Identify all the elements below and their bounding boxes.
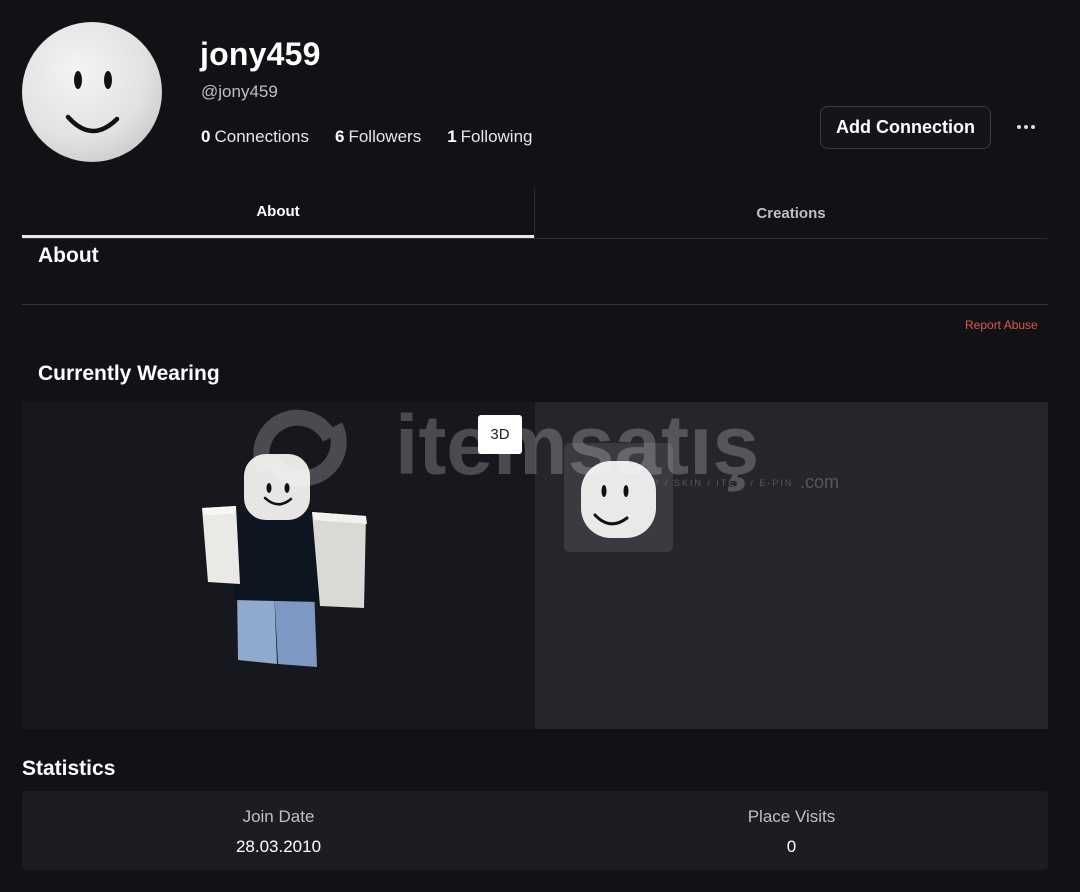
profile-handle: @jony459: [201, 82, 278, 101]
profile-display-name: jony459: [200, 36, 321, 72]
currently-wearing-heading: Currently Wearing: [38, 362, 220, 385]
toggle-3d-button[interactable]: 3D: [478, 415, 522, 454]
profile-social-counts: 0 Connections 6 Followers 1 Following: [201, 127, 532, 147]
tab-about[interactable]: About: [22, 188, 534, 238]
tab-creations[interactable]: Creations: [534, 188, 1047, 238]
about-divider: [22, 304, 1048, 305]
head-item-icon: [581, 461, 656, 538]
stat-place-visits: Place Visits 0: [535, 791, 1048, 870]
profile-avatar: [22, 22, 162, 162]
report-abuse-link[interactable]: Report Abuse: [965, 318, 1038, 332]
stat-join-date: Join Date 28.03.2010: [22, 791, 535, 870]
connections-link[interactable]: 0 Connections: [201, 127, 309, 147]
avatar-figure: [202, 454, 367, 667]
smiley-face-icon: [65, 71, 120, 134]
followers-label: Followers: [348, 127, 422, 146]
stat-value: 0: [786, 837, 797, 856]
followers-link[interactable]: 6 Followers: [335, 127, 421, 147]
avatar-preview-panel[interactable]: [22, 402, 535, 729]
profile-tabs: About Creations: [22, 188, 1047, 239]
following-label: Following: [460, 127, 533, 146]
add-connection-button[interactable]: Add Connection: [820, 106, 991, 149]
statistics-panel: Join Date 28.03.2010 Place Visits 0: [22, 791, 1048, 870]
statistics-heading: Statistics: [22, 757, 116, 780]
followers-count: 6: [334, 127, 345, 146]
stat-label: Place Visits: [747, 807, 836, 826]
ellipsis-icon[interactable]: [1008, 113, 1044, 141]
connections-label: Connections: [214, 127, 309, 146]
stat-value: 28.03.2010: [235, 837, 322, 856]
item-card-head[interactable]: [564, 443, 673, 552]
stat-label: Join Date: [242, 807, 315, 826]
following-link[interactable]: 1 Following: [447, 127, 532, 147]
about-heading: About: [38, 244, 99, 267]
following-count: 1: [447, 127, 457, 146]
connections-count: 0: [201, 127, 211, 146]
